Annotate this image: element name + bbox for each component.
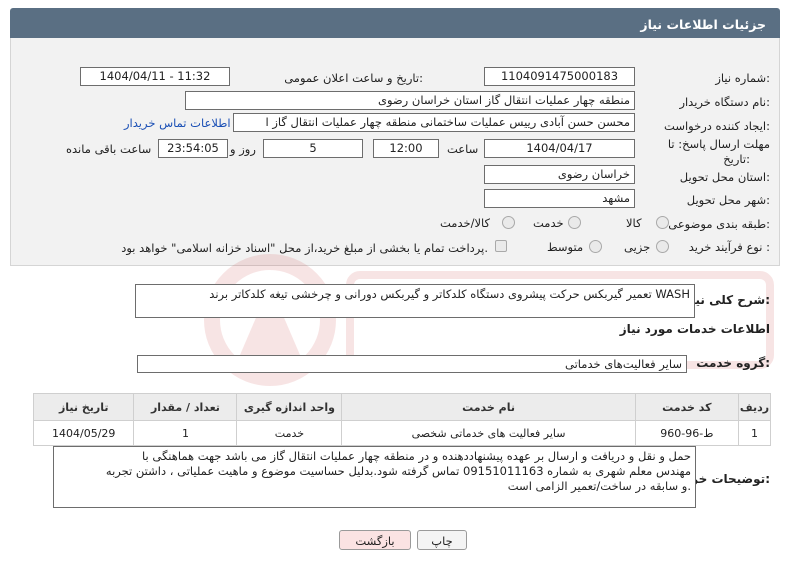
buyer-contact-link[interactable]: اطلاعات تماس خریدار: [124, 116, 231, 130]
buyer-notes-line-2: مهندس معلم شهری به شماره 09151011163 تما…: [105, 464, 691, 478]
announce-datetime-field: 1404/04/11 - 11:32: [80, 67, 230, 86]
city-field: مشهد: [484, 189, 635, 208]
page-header: جزئیات اطلاعات نیاز: [10, 8, 780, 38]
remaining-time-field: 23:54:05: [158, 139, 228, 158]
requester-label: ایجاد کننده درخواست:: [664, 119, 770, 133]
col-service-name: نام خدمت: [341, 393, 636, 421]
buyer-notes-textarea: حمل و نقل و دریافت و ارسال بر عهده پیشنه…: [53, 446, 696, 508]
cell-quantity: 1: [133, 420, 238, 446]
need-number-label: شماره نیاز:: [715, 71, 770, 85]
category-service-radio[interactable]: [568, 216, 581, 229]
deadline-time-field: 12:00: [373, 139, 439, 158]
buyer-org-field: منطقه چهار عملیات انتقال گاز استان خراسا…: [185, 91, 635, 110]
print-button[interactable]: چاپ: [417, 530, 467, 550]
col-row: ردیف: [737, 393, 772, 421]
cell-service-name: سایر فعالیت های خدماتی شخصی: [341, 420, 636, 446]
cell-unit: خدمت: [236, 420, 343, 446]
province-label: استان محل تحویل:: [679, 170, 770, 184]
category-service-text: خدمت: [533, 216, 564, 230]
services-table: تاریخ نیاز تعداد / مقدار واحد اندازه گیر…: [32, 393, 772, 446]
deadline-days-label: روز و: [230, 142, 256, 156]
category-goods-radio[interactable]: [656, 216, 669, 229]
col-need-date: تاریخ نیاز: [32, 393, 135, 421]
category-goods-text: کالا: [626, 216, 642, 230]
service-group-label: گروه خدمت:: [696, 356, 770, 370]
deadline-date-field: 1404/04/17: [484, 139, 635, 158]
buyer-org-label: نام دستگاه خریدار:: [679, 95, 770, 109]
services-table-header: تاریخ نیاز تعداد / مقدار واحد اندازه گیر…: [32, 393, 772, 421]
category-goods-service-radio[interactable]: [502, 216, 515, 229]
category-label: طبقه بندی موضوعی:: [668, 217, 770, 231]
need-number-field: 1104091475000183: [484, 67, 635, 86]
remaining-time-label: ساعت باقی مانده: [66, 142, 152, 156]
col-unit: واحد اندازه گیری: [236, 393, 343, 421]
table-row: 1404/05/29 1 خدمت سایر فعالیت های خدماتی…: [32, 420, 772, 446]
deadline-label-line1: مهلت ارسال پاسخ: تا: [667, 137, 770, 151]
deadline-days-field: 5: [263, 139, 363, 158]
description-textarea: تعمیر گیربکس حرکت پیشروی دستگاه کلدکاتر …: [135, 284, 695, 318]
cell-service-code: ط-96-960: [634, 420, 739, 446]
announce-datetime-label: تاریخ و ساعت اعلان عمومی:: [284, 71, 423, 85]
city-label: شهر محل تحویل:: [686, 193, 770, 207]
buyer-notes-line-3: و سابقه در ساخت/تعمیر الزامی است.: [507, 479, 691, 493]
services-section-title: اطلاعات خدمات مورد نیاز: [619, 322, 770, 336]
service-group-field: سایر فعالیت‌های خدماتی: [137, 355, 687, 373]
category-goods-service-text: کالا/خدمت: [440, 216, 491, 230]
col-service-code: کد خدمت: [634, 393, 739, 421]
back-button[interactable]: بازگشت: [339, 530, 411, 550]
province-field: خراسان رضوی: [484, 165, 635, 184]
cell-need-date: 1404/05/29: [32, 420, 135, 446]
description-label: شرح کلی نیاز:: [684, 293, 770, 307]
buyer-notes-line-1: حمل و نقل و دریافت و ارسال بر عهده پیشنه…: [142, 449, 691, 463]
cell-row: 1: [737, 420, 772, 446]
col-quantity: تعداد / مقدار: [133, 393, 238, 421]
deadline-label-line2: تاریخ:: [723, 152, 750, 166]
requester-field: محسن حسن آبادی رییس عملیات ساختمانی منطق…: [233, 113, 635, 132]
deadline-time-label: ساعت: [447, 142, 479, 156]
